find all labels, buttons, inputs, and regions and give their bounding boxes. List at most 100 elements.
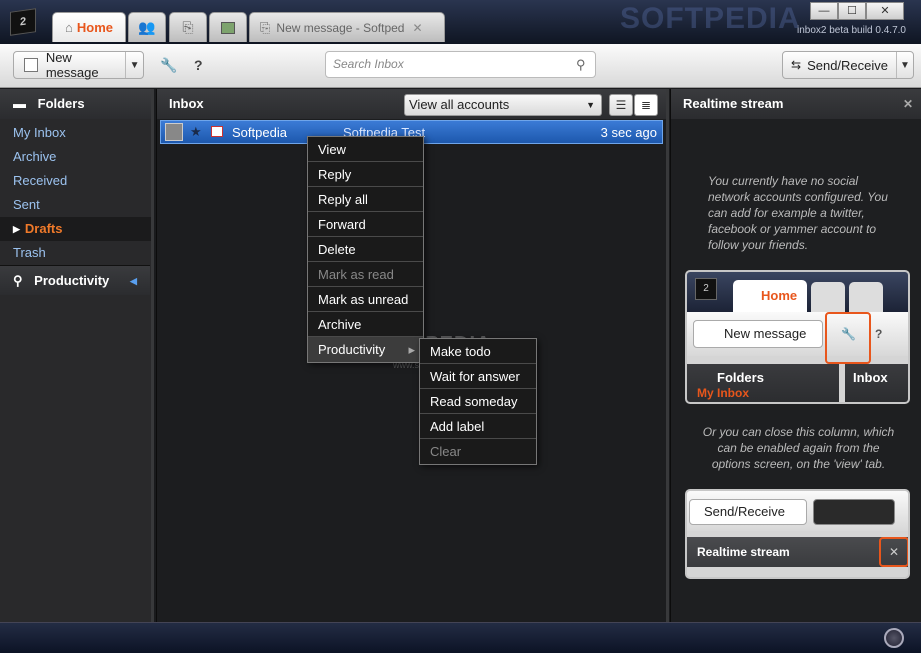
- tab-new-message[interactable]: ⎘ New message - Softped ✕: [249, 12, 445, 42]
- submenu-item-wait-for-answer[interactable]: Wait for answer: [420, 364, 536, 389]
- send-receive-dropdown-icon[interactable]: ▼: [897, 60, 913, 71]
- help-thumbnail-toolbar: 2 Home New message 🔧 ? Folders My Inbox …: [685, 270, 910, 404]
- threaded-view-button[interactable]: ☰: [609, 94, 633, 116]
- folder-item-received[interactable]: Received: [0, 169, 152, 193]
- thumb2-stream-header: Realtime stream: [687, 537, 908, 567]
- minimize-button[interactable]: —: [810, 2, 838, 20]
- account-filter-value: View all accounts: [409, 97, 510, 112]
- folders-sidebar: ▬ Folders My Inbox Archive Received Sent…: [0, 89, 153, 622]
- thumb-wrench-icon: 🔧: [841, 327, 856, 341]
- productivity-header[interactable]: ⚲ Productivity ◀: [0, 265, 150, 295]
- selected-arrow-icon: ▶: [13, 224, 20, 234]
- window-controls: — ☐ ✕: [810, 2, 904, 20]
- left-splitter[interactable]: [151, 89, 154, 622]
- star-icon[interactable]: ★: [190, 124, 202, 140]
- folder-list: My Inbox Archive Received Sent ▶ Drafts …: [0, 119, 152, 265]
- inbox-header: Inbox View all accounts ▼ ☰ ≣: [157, 89, 666, 119]
- flat-view-button[interactable]: ≣: [634, 94, 658, 116]
- thumb-docs-tab: [849, 282, 883, 312]
- thumb-my-inbox: My Inbox: [697, 386, 750, 400]
- search-input[interactable]: Search Inbox: [325, 51, 596, 78]
- images-icon: [221, 21, 235, 34]
- productivity-title: Productivity: [34, 273, 110, 288]
- send-receive-label: Send/Receive: [807, 57, 889, 73]
- menu-item-forward[interactable]: Forward: [308, 212, 423, 237]
- drafts-label: Drafts: [24, 221, 63, 236]
- gmail-icon: [211, 126, 223, 137]
- tab-images[interactable]: [209, 12, 247, 42]
- search-key-icon: ⚲: [13, 273, 23, 288]
- thumb-inbox: Inbox: [845, 364, 908, 402]
- menu-item-delete[interactable]: Delete: [308, 237, 423, 262]
- inbox-title: Inbox: [169, 96, 204, 111]
- productivity-submenu: Make todo Wait for answer Read someday A…: [419, 338, 537, 465]
- thumb-home-tab: Home: [733, 280, 807, 312]
- submenu-arrow-icon: ▸: [408, 342, 415, 357]
- settings-wrench-icon[interactable]: 🔧: [160, 57, 177, 74]
- threaded-list-icon: ☰: [615, 98, 627, 112]
- folder-item-my-inbox[interactable]: My Inbox: [0, 121, 152, 145]
- main-toolbar: New message ▼ 🔧 ? Search Inbox ⚲ ⇆ Send/…: [0, 44, 921, 88]
- submenu-item-make-todo[interactable]: Make todo: [420, 339, 536, 364]
- documents-icon: ⎘: [182, 19, 194, 35]
- app-logo: 2: [10, 8, 36, 36]
- search-icon[interactable]: ⚲: [576, 57, 586, 73]
- thumb2-close-highlight: ✕: [879, 537, 908, 567]
- right-splitter[interactable]: [666, 89, 669, 622]
- folder-icon: ▬: [13, 96, 26, 111]
- status-bar: [0, 622, 921, 653]
- help-icon[interactable]: ?: [194, 57, 203, 73]
- message-doc-icon: ⎘: [260, 19, 271, 35]
- submenu-item-add-label[interactable]: Add label: [420, 414, 536, 439]
- message-time: 3 sec ago: [600, 125, 657, 140]
- menu-item-mark-as-read: Mark as read: [308, 262, 423, 287]
- send-receive-icon: ⇆: [791, 58, 802, 72]
- tab-close-icon[interactable]: ✕: [412, 21, 422, 35]
- tab-home[interactable]: ⌂ Home: [52, 12, 126, 42]
- title-watermark: SOFTPEDIA: [620, 2, 801, 35]
- stream-header: Realtime stream ✕: [671, 89, 921, 119]
- close-icon[interactable]: ✕: [903, 89, 913, 119]
- avatar: [165, 123, 183, 141]
- menu-item-view[interactable]: View: [308, 137, 423, 162]
- thumb2-social-icons: [813, 499, 895, 525]
- send-receive-button[interactable]: ⇆ Send/Receive ▼: [782, 51, 914, 79]
- build-label: inbox2 beta build 0.4.7.0: [797, 25, 906, 36]
- folder-item-sent[interactable]: Sent: [0, 193, 152, 217]
- stream-note-close: Or you can close this column, which can …: [702, 425, 895, 471]
- thumb-contacts-tab: [811, 282, 845, 312]
- tab-contacts[interactable]: 👥: [128, 12, 166, 42]
- close-window-button[interactable]: ✕: [866, 2, 904, 20]
- folder-item-archive[interactable]: Archive: [0, 145, 152, 169]
- collapse-arrow-icon[interactable]: ◀: [130, 266, 137, 296]
- menu-item-reply-all[interactable]: Reply all: [308, 187, 423, 212]
- folders-header: ▬ Folders: [0, 89, 152, 119]
- message-from: Softpedia: [232, 125, 287, 140]
- help-thumbnail-stream: Send/Receive Realtime stream ✕: [685, 489, 910, 579]
- folder-item-trash[interactable]: Trash: [0, 241, 152, 265]
- thumb-logo: 2: [695, 278, 717, 300]
- stream-note-social: You currently have no social network acc…: [708, 174, 888, 252]
- home-icon: ⌂: [65, 20, 73, 35]
- new-message-button[interactable]: New message ▼: [13, 50, 144, 80]
- menu-item-productivity[interactable]: Productivity ▸: [308, 337, 423, 362]
- thumb-help-icon: ?: [875, 327, 883, 341]
- folder-item-drafts[interactable]: ▶ Drafts: [0, 217, 152, 241]
- flat-list-icon: ≣: [640, 98, 652, 112]
- realtime-stream-panel: Realtime stream ✕ You currently have no …: [670, 89, 921, 622]
- submenu-item-read-someday[interactable]: Read someday: [420, 389, 536, 414]
- tab-home-label: Home: [76, 20, 113, 35]
- menu-item-archive[interactable]: Archive: [308, 312, 423, 337]
- new-message-dropdown-icon[interactable]: ▼: [126, 60, 143, 71]
- sync-status-icon[interactable]: [884, 628, 904, 648]
- submenu-item-clear: Clear: [430, 444, 462, 459]
- tab-documents[interactable]: ⎘: [169, 12, 207, 42]
- account-filter-select[interactable]: View all accounts ▼: [404, 94, 602, 116]
- maximize-button[interactable]: ☐: [838, 2, 866, 20]
- thumb2-send-receive: Send/Receive: [689, 499, 807, 525]
- thumb-new-message: New message: [693, 320, 823, 348]
- menu-item-productivity-label: Productivity: [318, 342, 386, 357]
- menu-item-mark-as-unread[interactable]: Mark as unread: [308, 287, 423, 312]
- menu-item-reply[interactable]: Reply: [308, 162, 423, 187]
- folders-title: Folders: [37, 96, 85, 111]
